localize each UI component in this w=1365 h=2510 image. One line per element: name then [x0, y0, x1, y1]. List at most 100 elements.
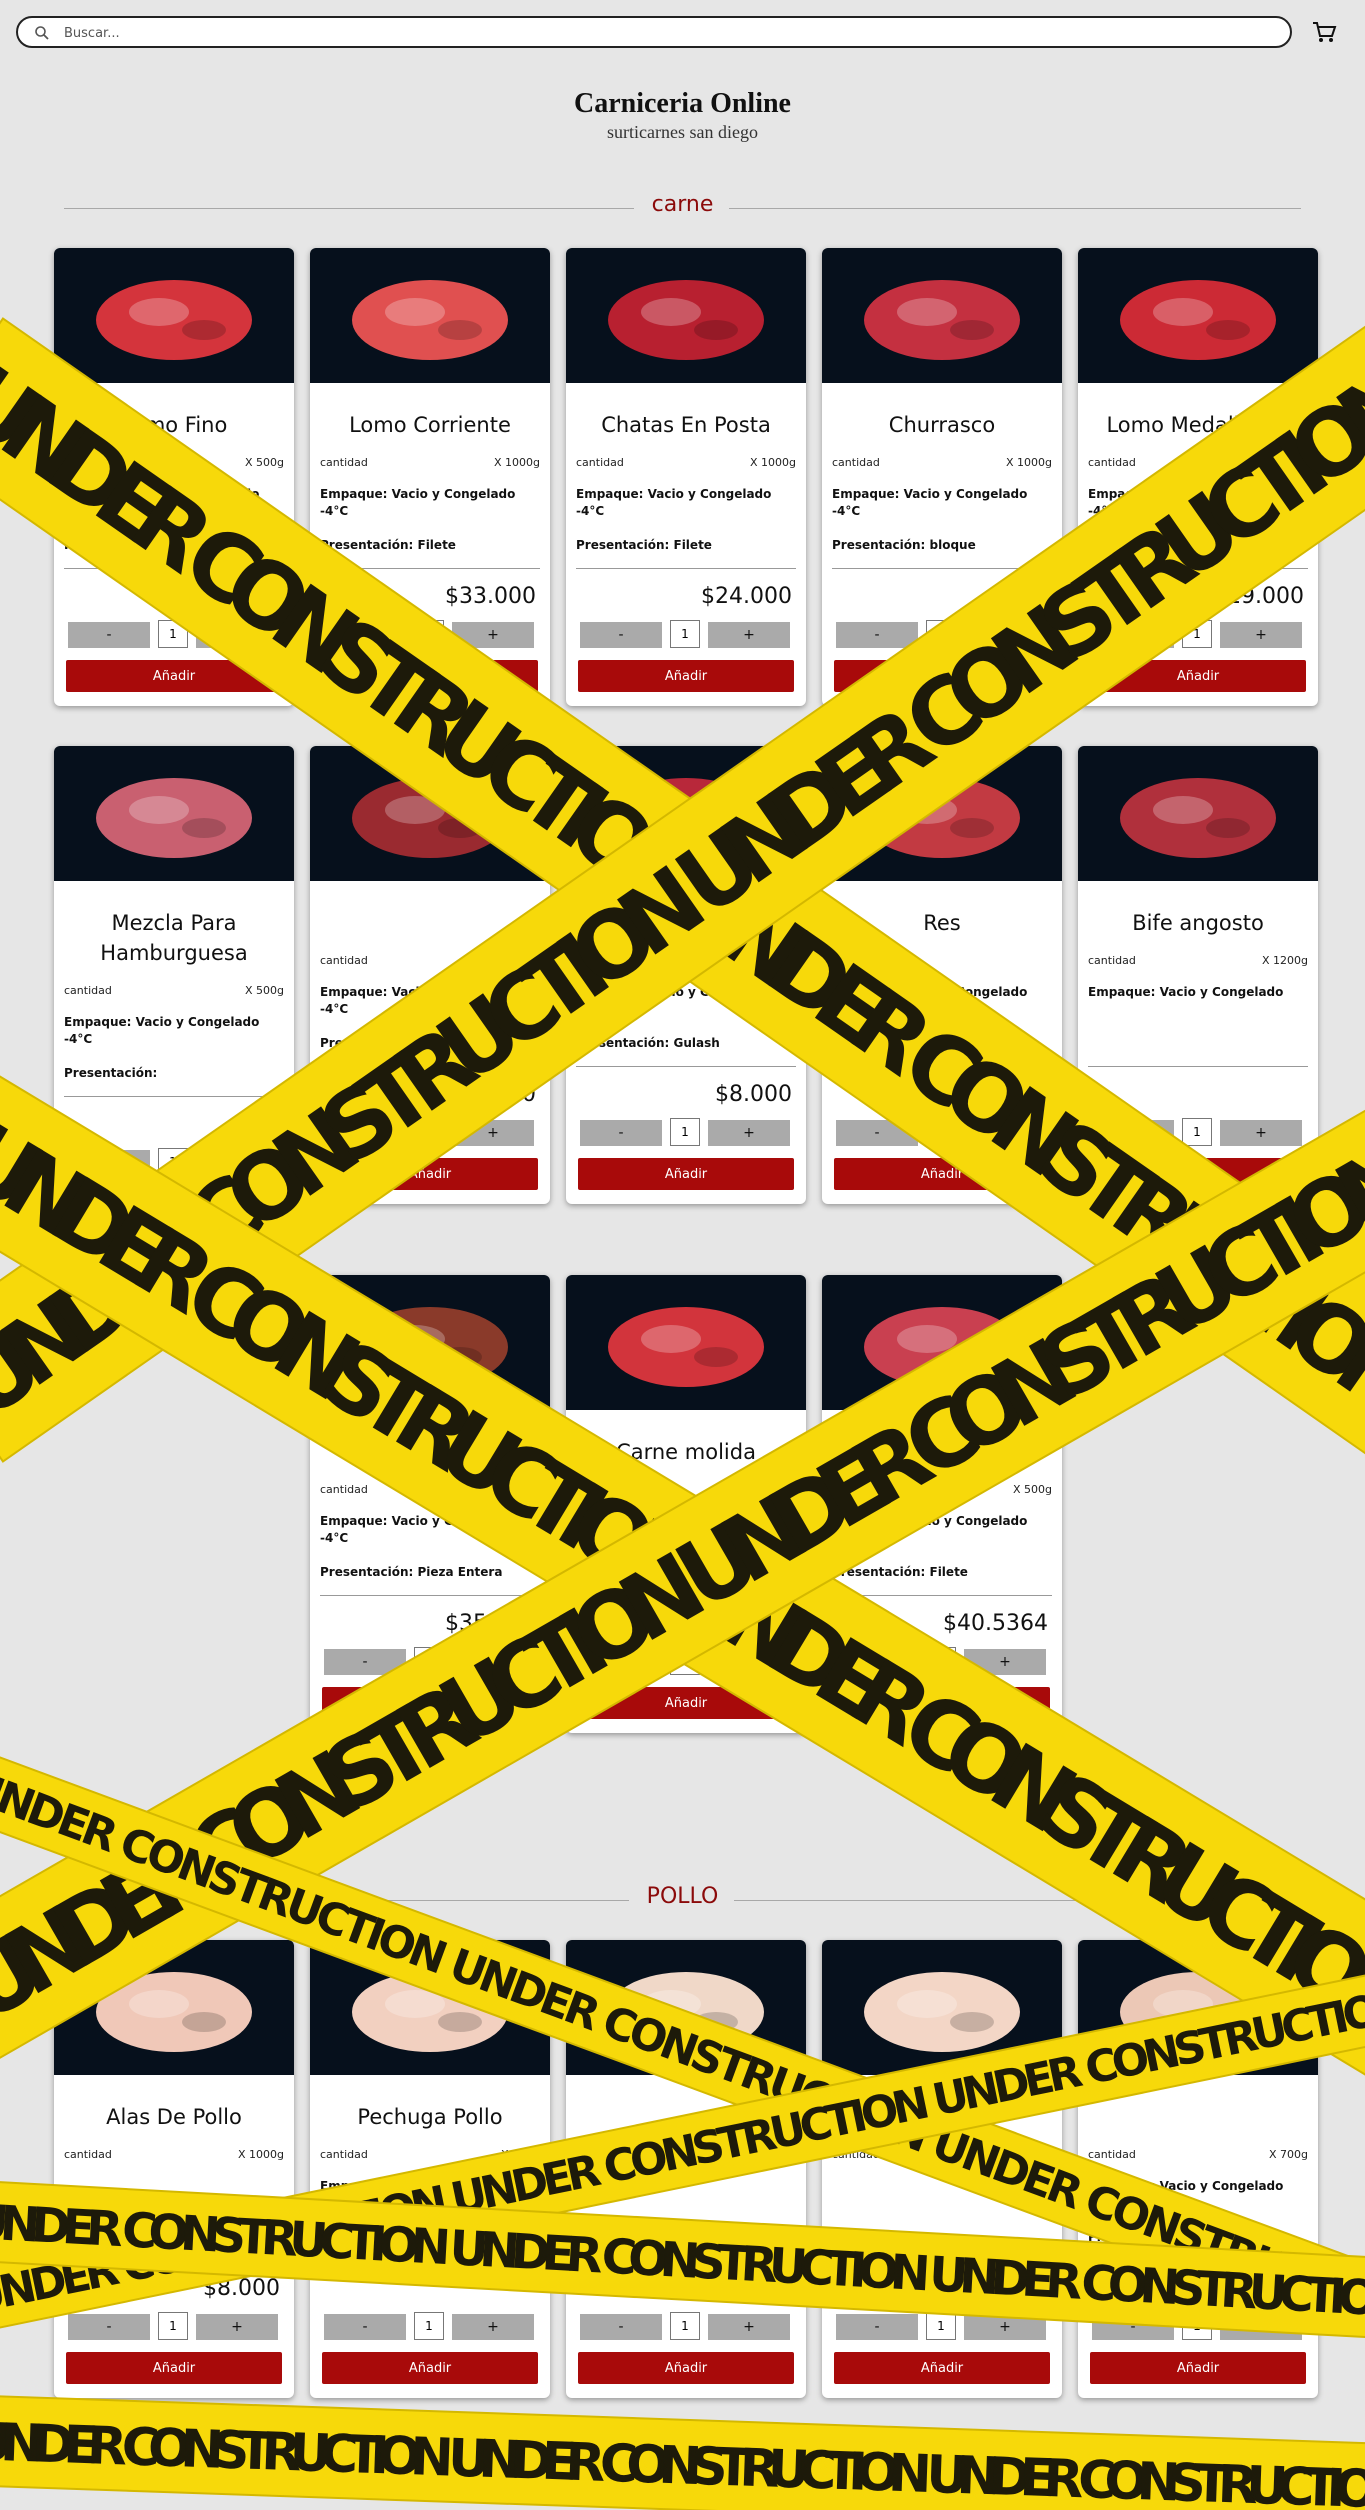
quantity-field[interactable]: 1	[158, 2312, 188, 2340]
increment-button[interactable]: +	[708, 622, 790, 648]
increment-button[interactable]: +	[196, 2314, 278, 2340]
search-bar[interactable]	[16, 16, 1292, 48]
quantity-field[interactable]: 1	[670, 620, 700, 648]
increment-button[interactable]: +	[964, 1649, 1046, 1675]
decrement-button[interactable]: -	[324, 622, 406, 648]
add-to-cart-button[interactable]: Añadir	[578, 1687, 794, 1719]
quantity-field[interactable]: 1	[926, 1118, 956, 1146]
cart-icon[interactable]	[1310, 18, 1338, 46]
add-to-cart-button[interactable]: Añadir	[322, 1158, 538, 1190]
quantity-field[interactable]: 1	[158, 1148, 188, 1176]
quantity-field[interactable]: 1	[670, 1647, 700, 1675]
increment-button[interactable]: +	[1220, 2314, 1302, 2340]
quantity-info: cantidad X 700g	[1088, 2148, 1308, 2161]
quantity-stepper[interactable]: - 1 +	[324, 1647, 536, 1675]
quantity-field[interactable]: 1	[670, 1118, 700, 1146]
add-to-cart-button[interactable]: Añadir	[1090, 2352, 1306, 2384]
add-to-cart-button[interactable]: Añadir	[834, 660, 1050, 692]
product-card: Pechuga Pollo cantidad X 700g Empaque: V…	[310, 1940, 550, 2398]
decrement-button[interactable]: -	[580, 622, 662, 648]
quantity-stepper[interactable]: - 1 +	[324, 1118, 536, 1146]
decrement-button[interactable]: -	[68, 622, 150, 648]
decrement-button[interactable]: -	[324, 1120, 406, 1146]
increment-button[interactable]: +	[452, 622, 534, 648]
add-to-cart-button[interactable]: Añadir	[578, 660, 794, 692]
decrement-button[interactable]: -	[1092, 622, 1174, 648]
quantity-field[interactable]: 1	[1182, 1118, 1212, 1146]
increment-button[interactable]: +	[964, 1120, 1046, 1146]
decrement-button[interactable]: -	[836, 1120, 918, 1146]
quantity-field[interactable]: 1	[926, 1647, 956, 1675]
increment-button[interactable]: +	[708, 1120, 790, 1146]
increment-button[interactable]: +	[196, 622, 278, 648]
quantity-stepper[interactable]: - 1 +	[68, 620, 280, 648]
quantity-info: cantidad	[832, 954, 1052, 967]
quantity-field[interactable]: 1	[926, 620, 956, 648]
quantity-stepper[interactable]: - 1 +	[580, 1118, 792, 1146]
add-to-cart-button[interactable]: Añadir	[322, 1687, 538, 1719]
decrement-button[interactable]: -	[324, 1649, 406, 1675]
quantity-stepper[interactable]: - 1 +	[836, 620, 1048, 648]
quantity-stepper[interactable]: - 1 +	[580, 2312, 792, 2340]
quantity-stepper[interactable]: - 1 +	[1092, 2312, 1304, 2340]
quantity-stepper[interactable]: - 1 +	[324, 620, 536, 648]
quantity-stepper[interactable]: - 1 +	[1092, 1118, 1304, 1146]
divider	[1088, 2260, 1308, 2261]
increment-button[interactable]: +	[196, 1150, 278, 1176]
add-to-cart-button[interactable]: Añadir	[834, 1687, 1050, 1719]
decrement-button[interactable]: -	[580, 1120, 662, 1146]
packaging-text: Empaque: Vacio y Congelado -4°C	[320, 985, 516, 1016]
quantity-stepper[interactable]: - 1 +	[836, 1647, 1048, 1675]
quantity-field[interactable]: 1	[1182, 2312, 1212, 2340]
add-to-cart-button[interactable]: Añadir	[66, 1188, 282, 1220]
decrement-button[interactable]: -	[580, 2314, 662, 2340]
quantity-stepper[interactable]: - 1 +	[1092, 620, 1304, 648]
decrement-button[interactable]: -	[836, 622, 918, 648]
increment-button[interactable]: +	[708, 1649, 790, 1675]
add-to-cart-button[interactable]: Añadir	[66, 660, 282, 692]
decrement-button[interactable]: -	[1092, 1120, 1174, 1146]
decrement-button[interactable]: -	[836, 2314, 918, 2340]
search-input[interactable]	[62, 22, 1266, 44]
quantity-field[interactable]: 1	[414, 1647, 444, 1675]
quantity-stepper[interactable]: - 1 +	[324, 2312, 536, 2340]
quantity-field[interactable]: 1	[158, 620, 188, 648]
add-to-cart-button[interactable]: Añadir	[578, 2352, 794, 2384]
price: $8.000	[203, 2276, 280, 2301]
increment-button[interactable]: +	[1220, 622, 1302, 648]
add-to-cart-button[interactable]: Añadir	[834, 1158, 1050, 1190]
quantity-field[interactable]: 1	[670, 2312, 700, 2340]
decrement-button[interactable]: -	[324, 2314, 406, 2340]
quantity-field[interactable]: 1	[926, 2312, 956, 2340]
add-to-cart-button[interactable]: Añadir	[834, 2352, 1050, 2384]
decrement-button[interactable]: -	[836, 1649, 918, 1675]
quantity-field[interactable]: 1	[1182, 620, 1212, 648]
add-to-cart-button[interactable]: Añadir	[322, 660, 538, 692]
increment-button[interactable]: +	[964, 622, 1046, 648]
increment-button[interactable]: +	[452, 1120, 534, 1146]
increment-button[interactable]: +	[452, 2314, 534, 2340]
increment-button[interactable]: +	[1220, 1120, 1302, 1146]
increment-button[interactable]: +	[452, 1649, 534, 1675]
quantity-stepper[interactable]: - 1 +	[68, 2312, 280, 2340]
decrement-button[interactable]: -	[580, 1649, 662, 1675]
add-to-cart-button[interactable]: Añadir	[66, 2352, 282, 2384]
quantity-stepper[interactable]: - 1 +	[580, 1647, 792, 1675]
add-to-cart-button[interactable]: Añadir	[322, 2352, 538, 2384]
decrement-button[interactable]: -	[1092, 2314, 1174, 2340]
increment-button[interactable]: +	[964, 2314, 1046, 2340]
decrement-button[interactable]: -	[68, 1150, 150, 1176]
quantity-field[interactable]: 1	[414, 1118, 444, 1146]
quantity-stepper[interactable]: - 1 +	[68, 1148, 280, 1176]
decrement-button[interactable]: -	[68, 2314, 150, 2340]
quantity-stepper[interactable]: - 1 +	[580, 620, 792, 648]
divider	[832, 2260, 1052, 2261]
increment-button[interactable]: +	[708, 2314, 790, 2340]
quantity-field[interactable]: 1	[414, 2312, 444, 2340]
add-to-cart-button[interactable]: Añadir	[1090, 660, 1306, 692]
quantity-stepper[interactable]: - 1 +	[836, 1118, 1048, 1146]
add-to-cart-button[interactable]: Añadir	[578, 1158, 794, 1190]
quantity-field[interactable]: 1	[414, 620, 444, 648]
quantity-stepper[interactable]: - 1 +	[836, 2312, 1048, 2340]
add-to-cart-button[interactable]: Añadir	[1090, 1158, 1306, 1190]
